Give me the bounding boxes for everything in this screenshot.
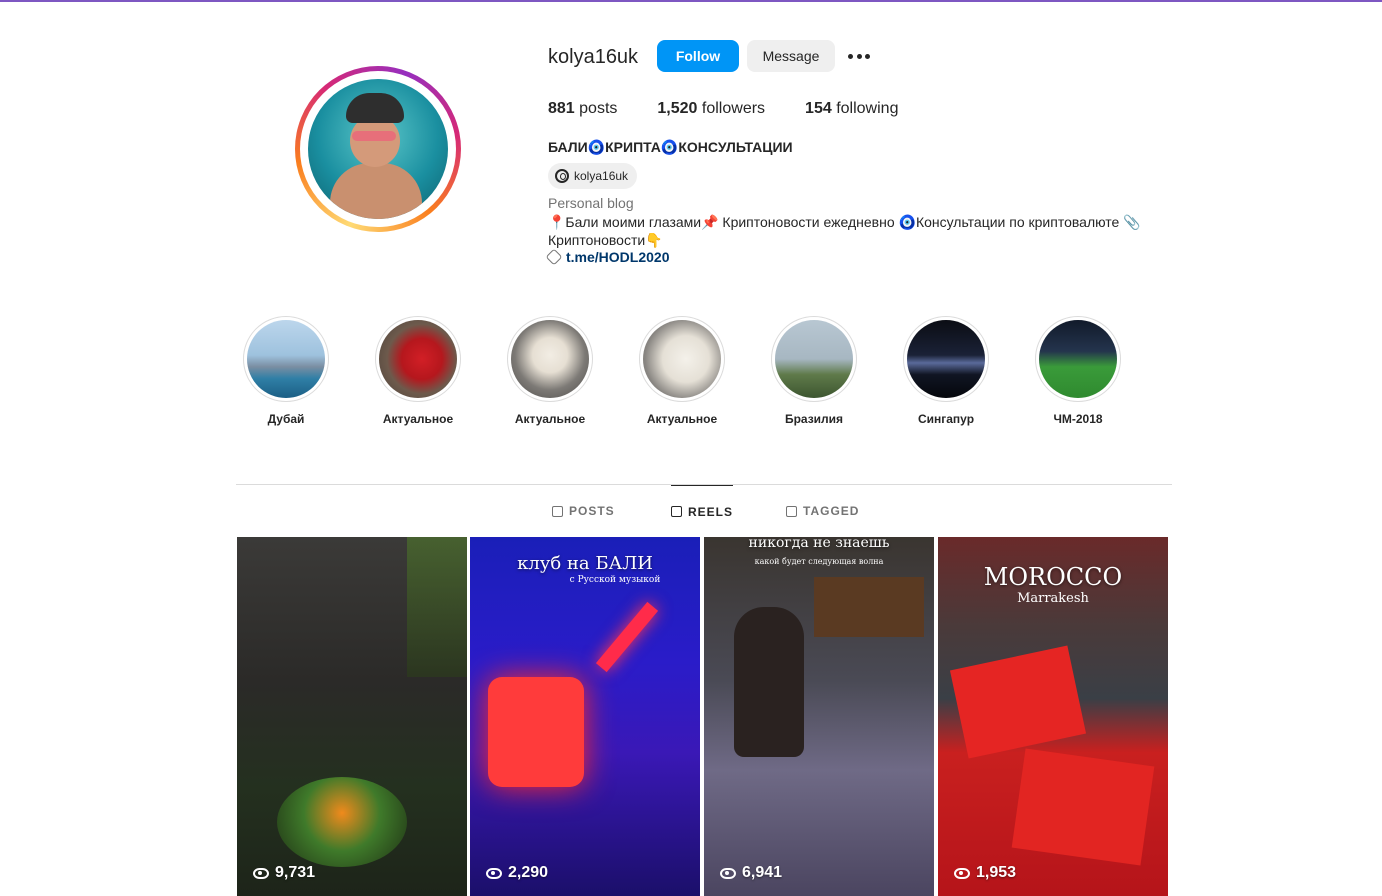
profile-username: kolya16uk [548, 46, 639, 68]
grid-icon [552, 505, 563, 517]
threads-handle: kolya16uk [574, 169, 629, 183]
window-top-border [0, 0, 1382, 2]
eye-icon [253, 867, 269, 879]
profile-stats: 881 posts 1,520 followers 154 following [548, 100, 898, 118]
highlight-actual-1[interactable]: Актуальное [368, 316, 468, 426]
tab-reels[interactable]: REELS [671, 485, 734, 537]
reel-views: 1,953 [954, 864, 1016, 882]
reel-item[interactable]: 9,731 [237, 537, 467, 896]
reel-item[interactable]: MOROCCO Marrakesh 1,953 [938, 537, 1168, 896]
tagged-icon [786, 505, 797, 517]
highlight-brazil[interactable]: Бразилия [764, 316, 864, 426]
link-icon [545, 248, 563, 266]
eye-icon [954, 867, 970, 879]
profile-avatar[interactable] [295, 66, 461, 232]
highlight-dubai[interactable]: Дубай [236, 316, 336, 426]
more-options-icon[interactable] [846, 46, 872, 66]
message-button[interactable]: Message [747, 40, 835, 72]
highlight-actual-2[interactable]: Актуальное [500, 316, 600, 426]
profile-link[interactable]: t.me/HODL2020 [545, 248, 669, 266]
reel-views: 2,290 [486, 864, 548, 882]
followers-stat[interactable]: 1,520 followers [657, 100, 765, 118]
following-stat[interactable]: 154 following [805, 100, 898, 118]
tab-tagged[interactable]: TAGGED [786, 485, 859, 537]
profile-category: Personal blog [548, 195, 634, 211]
reel-item[interactable]: никогда не знаешь какой будет следующая … [704, 537, 934, 896]
reel-views: 6,941 [720, 864, 782, 882]
reel-item[interactable]: клуб на БАЛИ с Русской музыкой 2,290 [470, 537, 700, 896]
reels-icon [671, 506, 682, 517]
eye-icon [720, 867, 736, 879]
avatar-photo [308, 79, 448, 219]
tab-posts[interactable]: POSTS [552, 485, 615, 537]
profile-bio: 📍Бали моими глазами📌 Криптоновости ежедн… [548, 214, 1141, 248]
posts-stat: 881 posts [548, 100, 618, 117]
reel-views: 9,731 [253, 864, 315, 882]
highlight-wc2018[interactable]: ЧМ-2018 [1028, 316, 1128, 426]
highlight-actual-3[interactable]: Актуальное [632, 316, 732, 426]
highlight-singapore[interactable]: Сингапур [896, 316, 996, 426]
eye-icon [486, 867, 502, 879]
threads-icon [555, 169, 569, 183]
follow-button[interactable]: Follow [657, 40, 739, 72]
profile-full-name: БАЛИ🧿КРИПТА🧿КОНСУЛЬТАЦИИ [548, 139, 793, 155]
threads-badge[interactable]: kolya16uk [548, 163, 638, 189]
